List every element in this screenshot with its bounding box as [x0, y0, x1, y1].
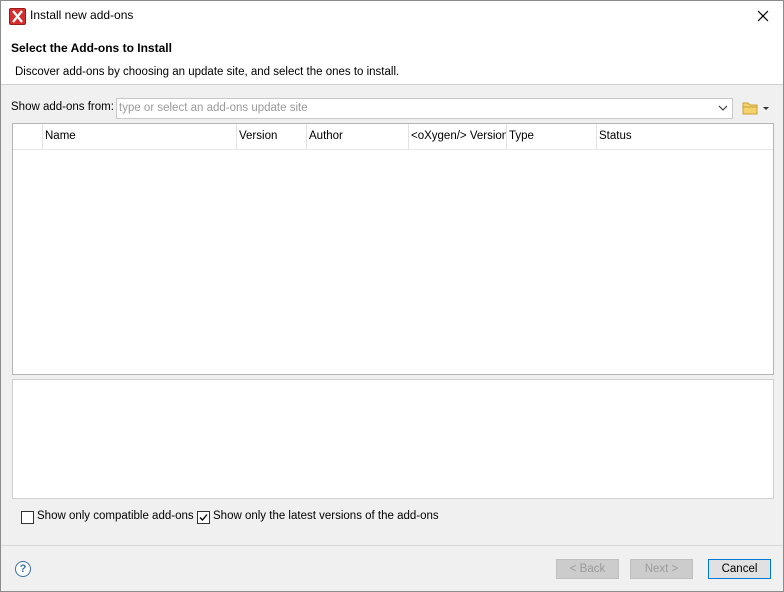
dialog-header: Select the Add-ons to Install Discover a…	[1, 31, 783, 85]
latest-versions-label[interactable]: Show only the latest versions of the add…	[213, 510, 439, 522]
close-icon	[757, 10, 769, 22]
header-title: Select the Add-ons to Install	[11, 41, 172, 55]
column-header-status[interactable]: Status	[597, 124, 773, 149]
folder-icon	[742, 102, 769, 115]
oxygen-app-icon	[9, 8, 26, 25]
compatible-only-label[interactable]: Show only compatible add-ons	[37, 510, 194, 522]
column-header-type[interactable]: Type	[507, 124, 597, 149]
column-header-select[interactable]	[13, 124, 43, 149]
next-button[interactable]: Next >	[630, 559, 693, 579]
install-addons-dialog: Install new add-ons Select the Add-ons t…	[0, 0, 784, 592]
compatible-only-checkbox[interactable]	[21, 511, 34, 524]
footer-divider	[1, 545, 783, 546]
title-bar: Install new add-ons	[1, 1, 783, 31]
addon-details-panel	[12, 379, 774, 499]
column-header-name[interactable]: Name	[43, 124, 237, 149]
close-button[interactable]	[743, 1, 783, 31]
chevron-down-icon[interactable]	[717, 103, 729, 113]
help-icon[interactable]: ?	[15, 561, 31, 577]
back-button[interactable]: < Back	[556, 559, 619, 579]
update-site-combobox[interactable]	[116, 98, 733, 119]
addons-table[interactable]: Name Version Author <oXygen/> Version Ty…	[12, 123, 774, 375]
column-header-version[interactable]: Version	[237, 124, 307, 149]
column-header-oxygen-version[interactable]: <oXygen/> Version	[409, 124, 507, 149]
show-addons-label: Show add-ons from:	[11, 101, 114, 113]
table-header: Name Version Author <oXygen/> Version Ty…	[13, 124, 773, 150]
cancel-button[interactable]: Cancel	[708, 559, 771, 579]
window-title: Install new add-ons	[30, 8, 134, 22]
browse-folder-button[interactable]	[741, 100, 773, 116]
checkmark-icon	[199, 514, 208, 521]
column-header-author[interactable]: Author	[307, 124, 409, 149]
header-description: Discover add-ons by choosing an update s…	[15, 66, 400, 78]
latest-versions-checkbox[interactable]	[197, 511, 210, 524]
update-site-input[interactable]	[119, 100, 709, 116]
